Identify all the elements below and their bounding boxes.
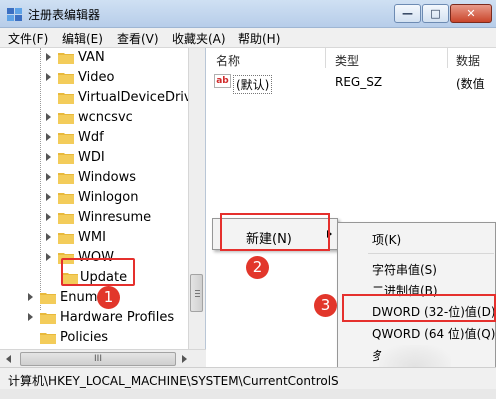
menu-bar: 文件(F) 编辑(E) 查看(V) 收藏夹(A) 帮助(H) [0,28,496,48]
folder-icon [58,173,74,184]
column-separator [447,48,448,68]
folder-icon [58,133,74,144]
expand-arrow-icon[interactable] [28,313,33,321]
folder-icon [58,153,74,164]
scroll-right-icon[interactable] [182,355,187,363]
submenu-string-value[interactable]: 字符串值(S) [372,261,437,278]
expand-arrow-icon[interactable] [46,153,51,161]
expand-arrow-icon[interactable] [46,233,51,241]
folder-icon [58,53,74,64]
tree-horizontal-scrollbar[interactable]: III [0,349,206,367]
expand-arrow-icon[interactable] [46,73,51,81]
submenu-qword-value[interactable]: QWORD (64 位)值(Q) [372,325,495,342]
string-value-icon: ab [214,74,231,88]
grip-line [195,290,200,291]
tree-item-wcncsvc[interactable]: wcncsvc [0,108,188,128]
tree-item-label: WDI [78,150,105,165]
folder-icon [58,73,74,84]
window-title: 注册表编辑器 [28,8,101,22]
menu-favorites[interactable]: 收藏夹(A) [172,30,226,47]
tree-item-winlogon[interactable]: Winlogon [0,188,188,208]
scroll-left-icon[interactable] [6,355,11,363]
step-badge-1: 1 [97,286,120,309]
tree-item-hardware-profiles[interactable]: Hardware Profiles [0,308,188,328]
folder-icon [40,333,56,344]
tree-item-label: Windows [78,170,137,185]
registry-editor-icon [7,8,22,21]
maximize-button[interactable]: □ [422,4,449,23]
close-icon: ✕ [466,7,476,20]
tree-item-policies[interactable]: Policies [0,328,188,348]
menu-edit[interactable]: 编辑(E) [62,30,103,47]
tree-item-label: Winlogon [78,190,139,205]
tree-item-label: Hardware Profiles [60,310,175,325]
value-row[interactable]: ab (默认) REG_SZ (数值 [207,72,496,94]
folder-icon [58,213,74,224]
value-name: (默认) [233,75,273,94]
menu-file[interactable]: 文件(F) [8,30,48,47]
expand-arrow-icon[interactable] [28,293,33,301]
update-highlight-box [61,258,135,286]
registry-tree: VAN Video VirtualDeviceDriver wcncsvc Wd… [0,48,206,366]
tree-item-label: VirtualDeviceDriver [78,90,205,105]
grip-line [195,296,200,297]
tree-item-label: VAN [78,50,105,65]
tree-scroll-thumb[interactable] [190,274,203,312]
tree-item-label: Winresume [78,210,152,225]
tree-item-label: Video [78,70,115,85]
tree-item-label: WMI [78,230,106,245]
folder-icon [58,93,74,104]
tree-item-label: Policies [60,330,109,345]
tree-item-label: Wdf [78,130,104,145]
value-type: REG_SZ [335,75,383,89]
menu-view[interactable]: 查看(V) [117,30,159,47]
expand-arrow-icon[interactable] [46,113,51,121]
tree-item-wdi[interactable]: WDI [0,148,188,168]
step-badge-3: 3 [314,294,337,317]
minimize-icon: — [402,7,413,20]
expand-arrow-icon[interactable] [46,173,51,181]
step-badge-2: 2 [246,256,269,279]
grip-icon: III [94,354,102,364]
column-header-data[interactable]: 数据 [456,52,480,69]
status-bar: 计算机\HKEY_LOCAL_MACHINE\SYSTEM\CurrentCon… [0,367,496,389]
submenu-key[interactable]: 项(K) [372,231,401,248]
close-button[interactable]: ✕ [450,4,492,23]
dword-highlight-box [342,294,496,322]
grip-line [195,293,200,294]
value-data: (数值 [456,77,485,91]
tree-item-virtualdevicedriver[interactable]: VirtualDeviceDriver [0,88,205,108]
window-bottom-edge [0,389,496,399]
tree-item-wdf[interactable]: Wdf [0,128,188,148]
maximize-icon: □ [430,7,441,20]
tree-item-van[interactable]: VAN [0,48,188,68]
folder-icon [58,193,74,204]
folder-icon [58,233,74,244]
menu-separator [368,253,494,254]
folder-icon [40,293,56,304]
tree-item-wmi[interactable]: WMI [0,228,188,248]
status-path: 计算机\HKEY_LOCAL_MACHINE\SYSTEM\CurrentCon… [8,374,339,388]
tree-item-label: wcncsvc [78,110,133,125]
column-header-type[interactable]: 类型 [335,52,359,69]
column-header-name[interactable]: 名称 [216,52,240,69]
expand-arrow-icon[interactable] [46,53,51,61]
tree-item-winresume[interactable]: Winresume [0,208,188,228]
menu-help[interactable]: 帮助(H) [238,30,280,47]
tree-item-enum[interactable]: Enum [0,288,188,308]
tree-hscroll-thumb[interactable]: III [20,352,176,366]
tree-item-windows[interactable]: Windows [0,168,188,188]
tree-item-video[interactable]: Video [0,68,188,88]
folder-icon [58,113,74,124]
column-separator [325,48,326,68]
minimize-button[interactable]: — [394,4,421,23]
new-highlight-box [220,213,330,251]
title-bar: 注册表编辑器 — □ ✕ [0,0,496,28]
tree-item-label: Enum [60,290,98,305]
expand-arrow-icon[interactable] [46,253,51,261]
expand-arrow-icon[interactable] [46,133,51,141]
folder-icon [40,313,56,324]
expand-arrow-icon[interactable] [46,213,51,221]
expand-arrow-icon[interactable] [46,193,51,201]
